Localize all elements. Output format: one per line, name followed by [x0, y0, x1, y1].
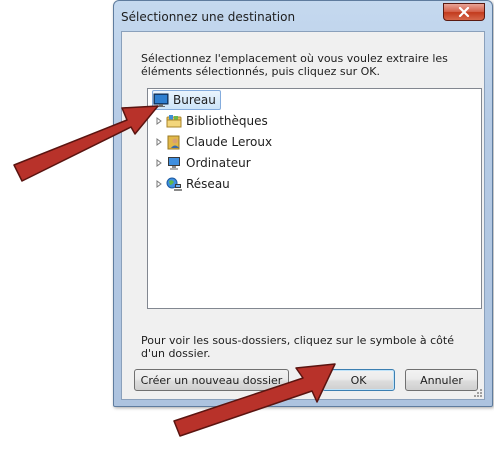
- computer-icon: [168, 157, 180, 170]
- folder-tree[interactable]: Bureau Bibliothèques Claude Leroux Ordin…: [147, 88, 482, 309]
- tree-item-reseau[interactable]: Réseau: [154, 174, 230, 194]
- tree-item-bibliotheques[interactable]: Bibliothèques: [154, 111, 268, 131]
- cancel-button[interactable]: Annuler: [405, 369, 478, 391]
- tree-item-label: Bureau: [173, 93, 216, 107]
- tree-item-label: Bibliothèques: [186, 114, 268, 128]
- dialog-body: Sélectionnez l'emplacement où vous voule…: [121, 31, 485, 400]
- expand-arrow-icon[interactable]: [154, 174, 164, 194]
- tree-item-claude-leroux[interactable]: Claude Leroux: [154, 132, 272, 152]
- tree-item-label: Ordinateur: [186, 156, 251, 170]
- new-folder-button[interactable]: Créer un nouveau dossier: [134, 369, 289, 391]
- ok-button[interactable]: OK: [322, 369, 395, 391]
- title-bar[interactable]: Sélectionnez une destination: [114, 1, 492, 31]
- resize-grip-icon[interactable]: [473, 388, 483, 398]
- tree-item-label: Réseau: [186, 177, 230, 191]
- subfolder-hint-text: Pour voir les sous-dossiers, cliquez sur…: [141, 334, 454, 360]
- tree-item-ordinateur[interactable]: Ordinateur: [154, 153, 251, 173]
- screenshot: Sélectionnez une destination Sélectionne…: [0, 0, 494, 453]
- close-button[interactable]: [443, 3, 485, 21]
- network-icon: [166, 177, 182, 191]
- window-title: Sélectionnez une destination: [121, 10, 296, 24]
- select-destination-dialog: Sélectionnez une destination Sélectionne…: [113, 0, 493, 407]
- instructions-text: Sélectionnez l'emplacement où vous voule…: [141, 52, 448, 78]
- tree-item-label: Claude Leroux: [186, 135, 273, 149]
- tree-item-bureau[interactable]: Bureau: [152, 90, 221, 110]
- expand-arrow-icon[interactable]: [154, 111, 164, 131]
- close-icon: [458, 7, 470, 17]
- libraries-icon: [166, 115, 182, 128]
- desktop-icon: [153, 93, 169, 107]
- expand-arrow-icon[interactable]: [154, 132, 164, 152]
- user-folder-icon: [167, 135, 180, 150]
- expand-arrow-icon[interactable]: [154, 153, 164, 173]
